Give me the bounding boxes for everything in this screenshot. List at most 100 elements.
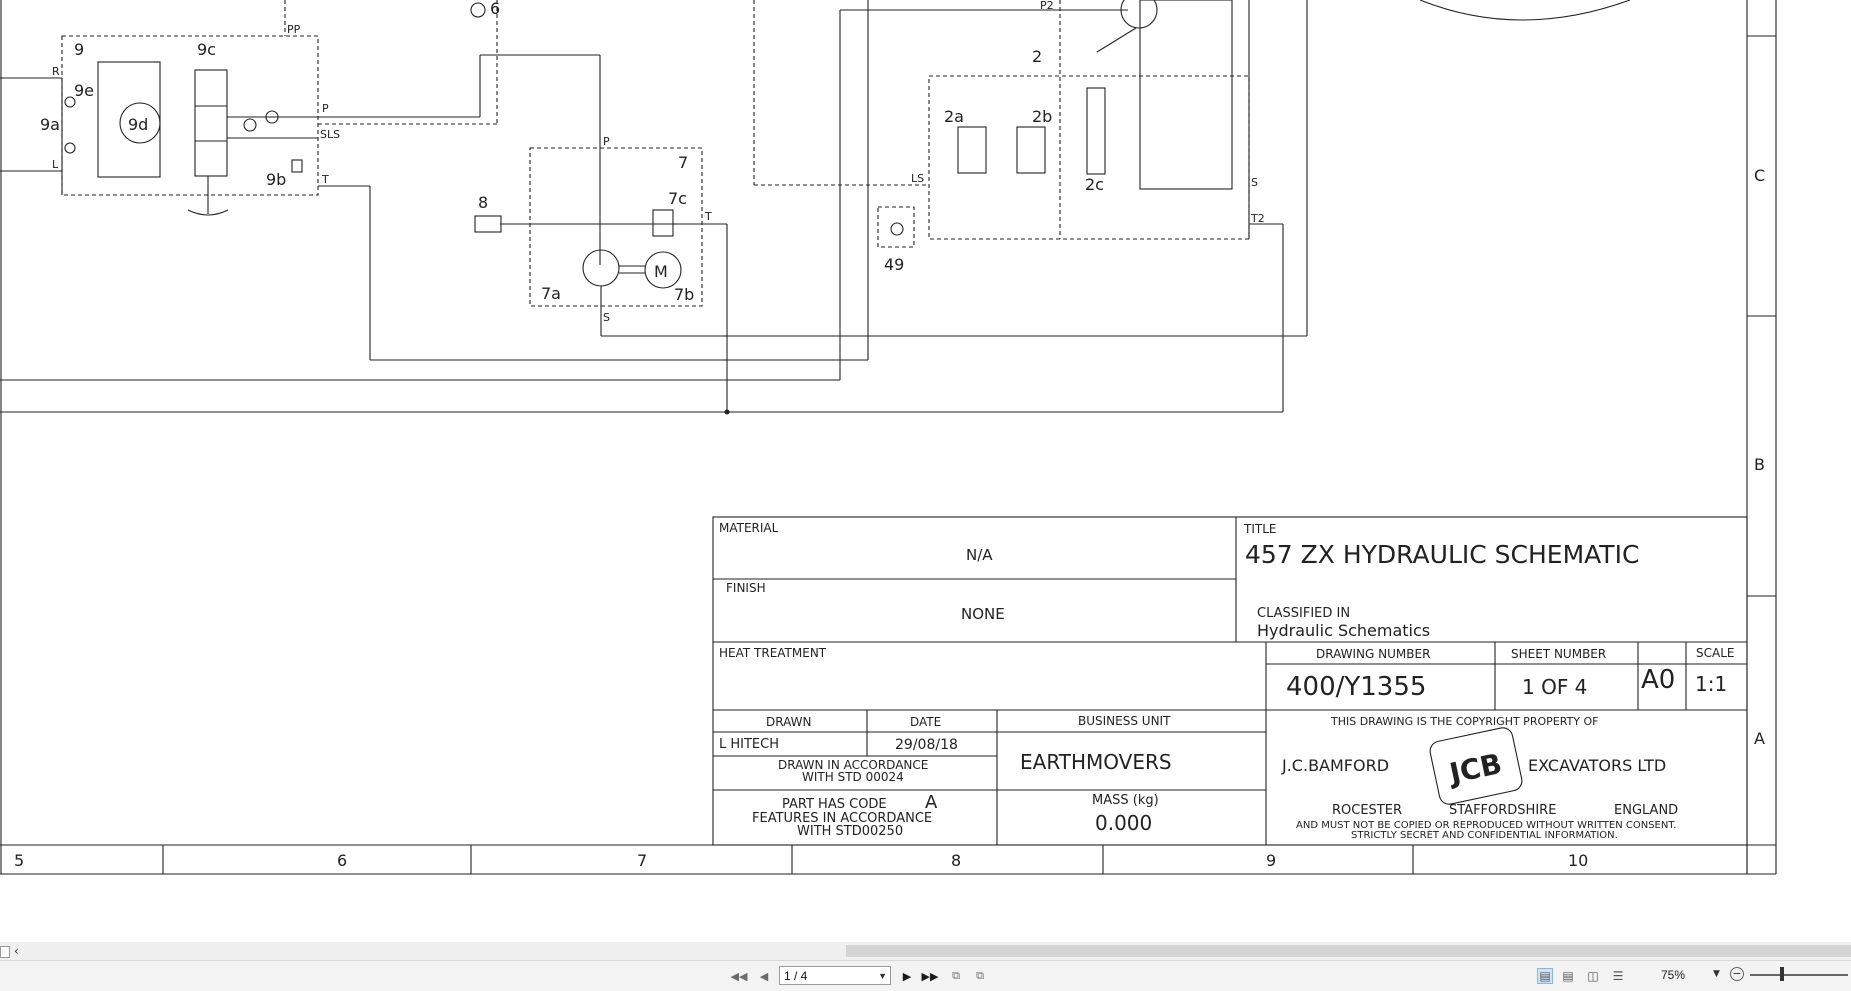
company-name-right: EXCAVATORS LTD: [1528, 756, 1666, 775]
page-number-field[interactable]: 1 / 4 ▼: [779, 966, 891, 985]
zoom-out-icon[interactable]: −: [1730, 967, 1744, 981]
next-page-icon[interactable]: ▶: [899, 968, 915, 984]
chevron-down-icon[interactable]: ▼: [878, 967, 887, 986]
part-code-letter: A: [925, 792, 938, 813]
label-7b: 7b: [674, 285, 694, 304]
label-2: 2: [1032, 47, 1042, 66]
copyright-notice-2: STRICTLY SECRET AND CONFIDENTIAL INFORMA…: [1351, 830, 1618, 841]
address-county: STAFFORDSHIRE: [1449, 803, 1556, 818]
business-unit-label: BUSINESS UNIT: [1078, 714, 1171, 728]
port-pp: PP: [287, 23, 301, 36]
zoom-level[interactable]: 75%: [1661, 968, 1685, 982]
label-2a: 2a: [944, 107, 964, 126]
drawn-label: DRAWN: [766, 715, 812, 729]
classified-label: CLASSIFIED IN: [1257, 606, 1350, 621]
zoom-slider-thumb[interactable]: [1780, 967, 1784, 981]
address-town: ROCESTER: [1332, 803, 1402, 818]
page-number-value: 1 / 4: [784, 969, 808, 983]
material-value: N/A: [966, 546, 993, 564]
label-8: 8: [478, 193, 488, 212]
pump-motor-m: M: [654, 262, 668, 281]
port-r: R: [52, 65, 60, 78]
port-s-valve: S: [1251, 176, 1258, 189]
finish-label: FINISH: [726, 581, 766, 595]
label-7: 7: [678, 153, 688, 172]
sheet-number-label: SHEET NUMBER: [1511, 647, 1606, 661]
prev-page-icon[interactable]: ◀: [756, 968, 772, 984]
two-page-view-icon[interactable]: ◫: [1585, 968, 1601, 984]
port-p-pump: P: [603, 135, 610, 148]
port-p: P: [322, 102, 329, 115]
label-9e: 9e: [74, 81, 94, 100]
zone-letter-c: C: [1754, 166, 1765, 185]
drawing-number-label: DRAWING NUMBER: [1316, 647, 1430, 661]
title-label: TITLE: [1243, 522, 1276, 536]
column-number-8: 8: [951, 851, 961, 870]
document-canvas[interactable]: C B A 5 6 7 8 9 10 9 9c 9e 9a 9d 9b 6 R …: [0, 0, 1851, 946]
sheet-number: 1 OF 4: [1522, 675, 1587, 699]
zone-letter-a: A: [1754, 729, 1765, 748]
jcb-logo: JCB: [1445, 747, 1505, 791]
part-code-line-3: WITH STD00250: [797, 824, 903, 839]
scrollbar-thumb[interactable]: [846, 945, 1851, 957]
column-number-5: 5: [14, 851, 24, 870]
label-2b: 2b: [1032, 107, 1052, 126]
column-number-7: 7: [637, 851, 647, 870]
pump-group-7: [0, 0, 1308, 415]
paper-size: A0: [1641, 665, 1675, 695]
zoom-chevron-down-icon[interactable]: ▼: [1713, 969, 1720, 979]
port-t2: T2: [1250, 212, 1265, 225]
insert-page-icon[interactable]: ⧉: [972, 968, 988, 984]
copyright-line: THIS DRAWING IS THE COPYRIGHT PROPERTY O…: [1330, 715, 1598, 728]
port-ls: LS: [911, 172, 924, 185]
scroll-corner: [0, 946, 10, 958]
port-t-pump: T: [704, 210, 712, 223]
port-sls: SLS: [320, 128, 340, 141]
label-9b: 9b: [266, 170, 286, 189]
extract-page-icon[interactable]: ⧉: [948, 968, 964, 984]
drawn-date: 29/08/18: [895, 737, 958, 753]
port-l: L: [52, 158, 59, 171]
mass-label: MASS (kg): [1092, 793, 1159, 808]
zone-letter-b: B: [1754, 455, 1765, 474]
label-9c: 9c: [197, 40, 216, 59]
label-49: 49: [884, 255, 904, 274]
accordance-line-2: WITH STD 00024: [802, 770, 904, 784]
continuous-view-icon[interactable]: ▤: [1560, 968, 1576, 984]
label-9d: 9d: [128, 115, 148, 134]
finish-value: NONE: [961, 605, 1005, 623]
column-number-10: 10: [1568, 851, 1588, 870]
label-9a: 9a: [40, 115, 60, 134]
label-9: 9: [74, 40, 84, 59]
business-unit: EARTHMOVERS: [1020, 750, 1172, 774]
scale-value: 1:1: [1695, 672, 1727, 696]
drawing-title: 457 ZX HYDRAULIC SCHEMATIC: [1245, 540, 1639, 569]
material-label: MATERIAL: [719, 521, 779, 535]
company-name-left: J.C.BAMFORD: [1281, 756, 1389, 775]
control-valve-group-2: [753, 0, 1631, 248]
mass-value: 0.000: [1095, 811, 1152, 835]
port-t: T: [321, 173, 329, 186]
heat-treatment-label: HEAT TREATMENT: [719, 646, 827, 660]
single-page-view-icon[interactable]: ▤: [1537, 968, 1553, 984]
status-toolbar: ◀◀ ◀ 1 / 4 ▼ ▶ ▶▶ ⧉ ⧉ ▤ ▤ ◫ ☰ 75% ▼ −: [0, 960, 1851, 991]
part-code-line-1: PART HAS CODE: [782, 797, 887, 812]
scale-label: SCALE: [1696, 646, 1734, 660]
last-page-icon[interactable]: ▶▶: [922, 968, 939, 984]
column-number-6: 6: [337, 851, 347, 870]
label-7c: 7c: [668, 189, 687, 208]
classified-value: Hydraulic Schematics: [1257, 621, 1430, 640]
zoom-slider[interactable]: [1750, 974, 1848, 976]
port-s-pump: S: [603, 311, 610, 324]
hydraulic-schematic-drawing: C B A 5 6 7 8 9 10 9 9c 9e 9a 9d 9b 6 R …: [0, 0, 1777, 875]
drawn-by: L HITECH: [719, 737, 779, 752]
horizontal-scrollbar[interactable]: ‹: [0, 942, 1851, 960]
first-page-icon[interactable]: ◀◀: [731, 968, 748, 984]
port-p2: P2: [1040, 0, 1054, 12]
label-2c: 2c: [1085, 175, 1104, 194]
columns-view-icon[interactable]: ☰: [1610, 968, 1626, 984]
drawing-number: 400/Y1355: [1286, 672, 1426, 702]
address-country: ENGLAND: [1614, 803, 1678, 818]
label-7a: 7a: [541, 284, 561, 303]
scroll-left-icon[interactable]: ‹: [14, 942, 19, 960]
